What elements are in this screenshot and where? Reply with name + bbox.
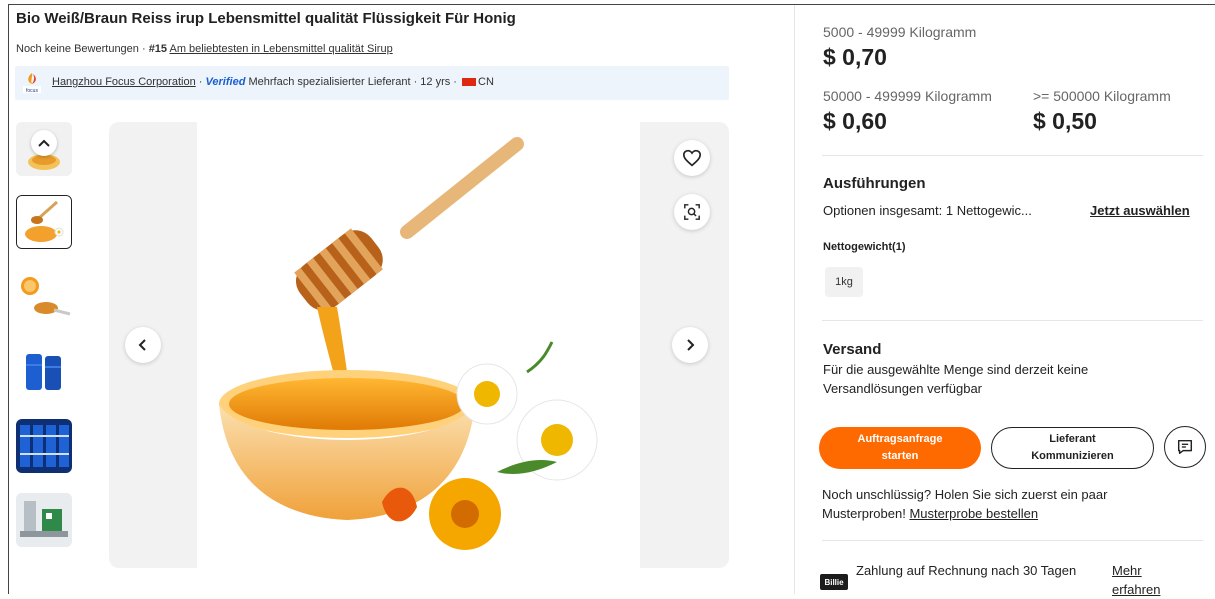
china-flag-icon [462,78,477,87]
tier-3-price: $ 0,50 [1033,108,1097,134]
learn-more-link[interactable]: Mehr erfahren [1112,561,1182,599]
invoice-payment-text: Zahlung auf Rechnung nach 30 Tagen [856,563,1077,578]
primary-line-1: Auftragsanfrage [857,433,943,445]
supplier-country: CN [478,76,494,88]
thumbnail-honey-bowl-top[interactable] [16,122,72,176]
next-image-button[interactable] [672,327,708,363]
tier-2-price: $ 0,60 [823,108,887,134]
honey-dipper-thumb-icon [17,196,71,248]
section-divider [822,540,1203,541]
shipping-heading: Versand [823,341,882,358]
contact-supplier-button[interactable]: Lieferant Kommunizieren [991,427,1154,469]
contact-supplier-label: Lieferant Kommunizieren [1031,431,1114,465]
options-summary: Optionen insgesamt: 1 Nettogewic... [823,203,1032,218]
rank-number: #15 [148,43,168,55]
svg-text:focus: focus [26,88,38,94]
tier-2-quantity: 50000 - 499999 Kilogramm [823,88,992,104]
image-search-button[interactable] [674,194,710,230]
thumbnail-honey-dipper-bowl[interactable] [16,195,72,249]
chevron-left-icon [138,339,146,351]
net-weight-option-1kg[interactable]: 1kg [825,267,863,297]
net-weight-label: Nettogewicht(1) [823,241,906,253]
shipping-info: Für die ausgewählte Menge sind derzeit k… [823,362,1089,396]
thumbnail-scroll-up-button[interactable] [31,130,57,156]
chevron-up-icon [38,139,50,147]
billie-logo: Billie [820,574,848,590]
supplier-info: Hangzhou Focus Corporation · Verified Me… [52,76,494,88]
thumbnail-blue-containers[interactable] [16,419,72,473]
product-title: Bio Weiß/Braun Reiss irup Lebensmittel q… [16,10,516,27]
supplier-name-link[interactable]: Hangzhou Focus Corporation [52,76,196,88]
supplier-logo-icon: focus [23,73,41,94]
tier-1-price: $ 0,70 [823,44,887,70]
start-order-request-label: Auftragsanfrage starten [858,431,943,465]
tier-1-quantity: 5000 - 49999 Kilogramm [823,24,977,40]
start-order-request-button[interactable]: Auftragsanfrage starten [819,427,981,469]
thumbnail-blue-barrels[interactable] [16,344,72,398]
column-divider [794,5,795,594]
favorite-button[interactable] [674,140,710,176]
honey-dipper-bowl-illustration [219,137,598,550]
review-line: Noch keine Bewertungen · #15 Am beliebte… [16,43,393,55]
image-search-icon [684,204,700,220]
primary-line-2: starten [881,450,919,462]
chat-icon [1177,439,1193,455]
variants-heading: Ausführungen [823,175,926,192]
select-now-link[interactable]: Jetzt auswählen [1090,203,1190,218]
main-product-image[interactable] [109,122,729,568]
chevron-right-icon [687,339,695,351]
secondary-line-1: Lieferant [1049,433,1096,445]
honey-orange-thumb-icon [16,270,72,324]
sample-info: Noch unschlüssig? Holen Sie sich zuerst … [822,485,1162,523]
section-divider [822,320,1203,321]
chat-button[interactable] [1164,426,1206,468]
secondary-line-2: Kommunizieren [1031,450,1114,462]
thumbnail-honey-orange-spoon[interactable] [16,270,72,324]
section-divider [822,155,1203,156]
tier-3-quantity: >= 500000 Kilogramm [1033,88,1171,104]
reviews-status: Noch keine Bewertungen · [16,43,149,55]
order-sample-link[interactable]: Musterprobe bestellen [909,506,1038,521]
supplier-description: Mehrfach spezialisierter Lieferant · 12 … [245,76,461,88]
production-machine-thumb-icon [16,493,72,547]
prev-image-button[interactable] [125,327,161,363]
supplier-bar: focus Hangzhou Focus Corporation · Verif… [15,66,729,100]
blue-barrels-thumb-icon [16,344,72,398]
verified-badge: Verified [205,76,246,88]
heart-icon [682,149,702,167]
rank-category-link[interactable]: Am beliebtesten in Lebensmittel qualität… [170,43,393,55]
blue-containers-thumb-icon [16,419,72,473]
thumbnail-production-machine[interactable] [16,493,72,547]
